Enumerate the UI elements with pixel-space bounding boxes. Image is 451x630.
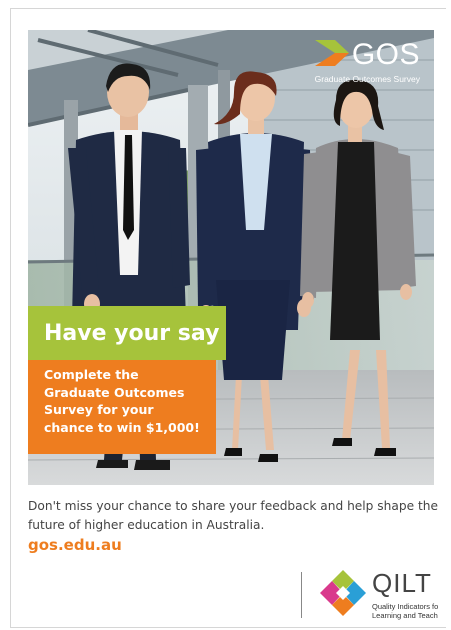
promo-line: chance to win $1,000! xyxy=(44,419,200,435)
promo-line: Graduate Outcomes xyxy=(44,384,185,400)
qilt-wordmark: QILT xyxy=(372,568,432,598)
qilt-tagline-line: Quality Indicators fo xyxy=(372,602,438,611)
headline-text: Have your say xyxy=(44,320,220,346)
headline-banner: Have your say xyxy=(28,306,226,360)
logo-divider xyxy=(301,572,302,618)
promo-box: Complete the Graduate Outcomes Survey fo… xyxy=(28,360,216,454)
promo-line: Survey for your xyxy=(44,402,154,417)
body-line: Don't miss your chance to share your fee… xyxy=(28,499,438,513)
body-copy: Don't miss your chance to share your fee… xyxy=(28,497,438,535)
qilt-tagline: Quality Indicators fo Learning and Teach… xyxy=(372,602,438,620)
qilt-diamond-icon xyxy=(320,570,366,616)
gos-chevron-icon xyxy=(314,40,349,66)
promo-line: Complete the xyxy=(44,367,139,382)
gos-wordmark: GOS xyxy=(351,38,420,71)
gos-tagline: Graduate Outcomes Survey xyxy=(314,74,420,84)
qilt-tagline-line: Learning and Teachi xyxy=(372,611,438,620)
gos-logo: GOS Graduate Outcomes Survey xyxy=(314,38,420,84)
qilt-logo: QILT Quality Indicators fo Learning and … xyxy=(318,568,438,624)
website-link[interactable]: gos.edu.au xyxy=(28,536,122,554)
body-line: future of higher education in Australia. xyxy=(28,518,265,532)
